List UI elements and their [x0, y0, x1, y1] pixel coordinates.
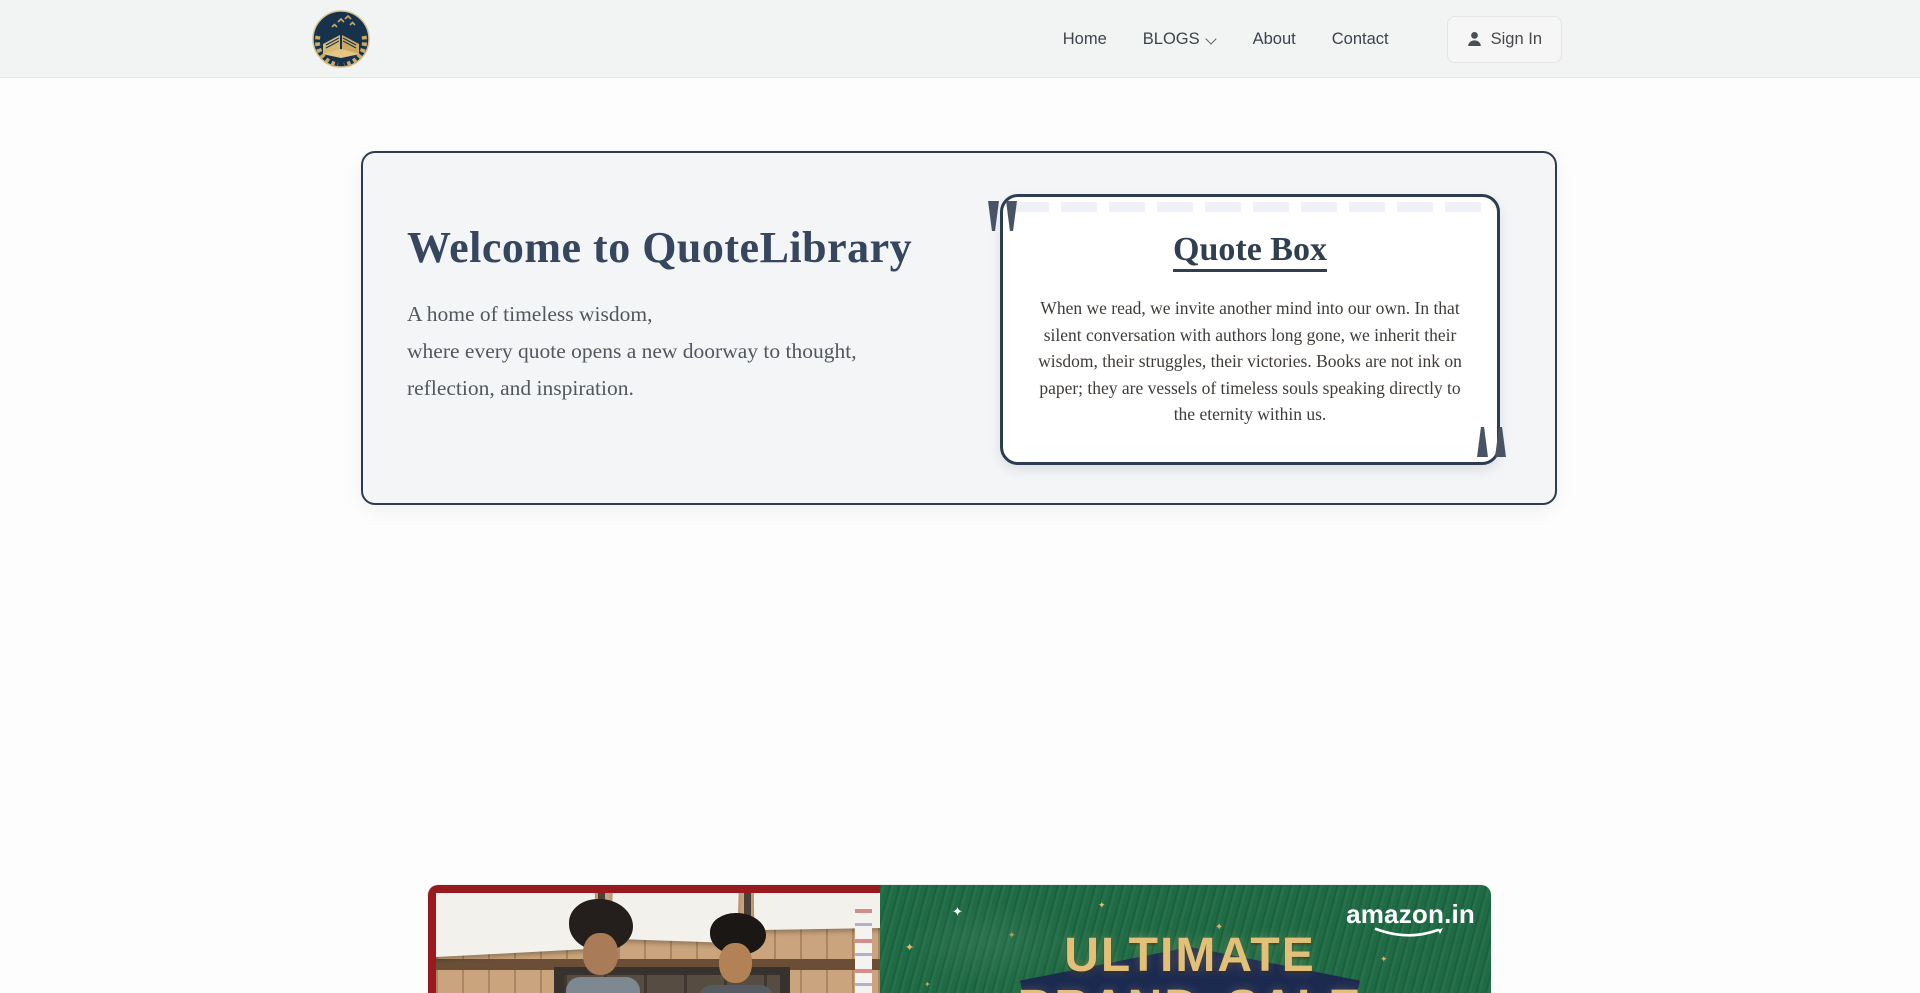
nav-blogs-label: BLOGS [1143, 30, 1200, 49]
sign-in-button[interactable]: Sign In [1447, 16, 1562, 63]
main-nav: Home BLOGS About Contact Sign In [1063, 16, 1562, 63]
user-icon [1467, 31, 1482, 47]
nav-item-blogs[interactable]: BLOGS [1143, 30, 1217, 49]
star-icon: ✦ [952, 905, 963, 918]
quote-box-title: Quote Box [1003, 231, 1497, 269]
tagline-line: reflection, and inspiration. [407, 377, 967, 399]
nav-item-contact[interactable]: Contact [1332, 30, 1389, 49]
header-inner: Home BLOGS About Contact Sign In [310, 0, 1562, 78]
quote-box-card: Quote Box When we read, we invite anothe… [1000, 194, 1500, 465]
person-torso [698, 985, 774, 993]
ad-photo-panel [428, 885, 880, 993]
sign-in-label: Sign In [1491, 30, 1542, 49]
hero-tagline: A home of timeless wisdom, where every q… [407, 303, 967, 399]
nav-item-home[interactable]: Home [1063, 30, 1107, 49]
nav-contact-label: Contact [1332, 30, 1389, 49]
page: Home BLOGS About Contact Sign In Wel [0, 0, 1920, 993]
page-title: Welcome to QuoteLibrary [407, 219, 967, 277]
chevron-down-icon [1206, 33, 1217, 44]
hero-intro: Welcome to QuoteLibrary A home of timele… [407, 219, 967, 414]
sale-headline: ULTIMATE BRAND SALE [915, 930, 1465, 993]
nav-home-label: Home [1063, 30, 1107, 49]
person-face [583, 933, 618, 975]
quote-text: When we read, we invite another mind int… [1037, 295, 1463, 428]
header: Home BLOGS About Contact Sign In [0, 0, 1920, 78]
ad-photo-scene [436, 893, 880, 993]
tagline-line: A home of timeless wisdom, [407, 303, 967, 325]
sale-headline-line2: BRAND SALE [915, 982, 1465, 993]
nav-about-label: About [1253, 30, 1296, 49]
hero-section: Welcome to QuoteLibrary A home of timele… [361, 151, 1557, 505]
sale-headline-line1: ULTIMATE [915, 930, 1465, 982]
ad-sale-panel: ✦ ✦ ✦ ✦ ✦ ✦ ✦ amazon.in ULTIMATE BRAND S… [880, 885, 1491, 993]
quotelibrary-logo-icon[interactable] [310, 8, 372, 70]
shop-poster [855, 909, 872, 993]
star-icon: ✦ [1098, 901, 1106, 910]
amazon-ad-banner[interactable]: ✦ ✦ ✦ ✦ ✦ ✦ ✦ amazon.in ULTIMATE BRAND S… [428, 885, 1491, 993]
person-torso [566, 977, 640, 993]
nav-item-about[interactable]: About [1253, 30, 1296, 49]
tagline-line: where every quote opens a new doorway to… [407, 340, 967, 362]
quote-box-pattern [1013, 202, 1487, 212]
open-quote-icon [987, 201, 1018, 231]
close-quote-icon [1476, 427, 1507, 457]
person-face [719, 943, 752, 983]
amazon-brand-label: amazon.in [1346, 899, 1475, 929]
star-icon: ✦ [905, 943, 914, 954]
